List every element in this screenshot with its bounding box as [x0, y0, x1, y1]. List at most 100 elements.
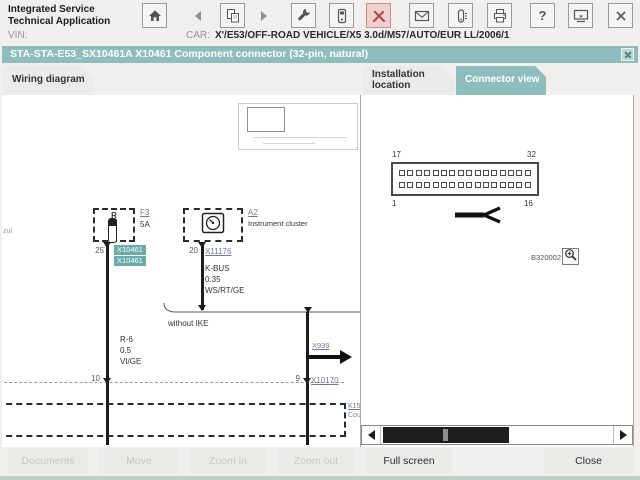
envelope-icon — [414, 8, 430, 24]
dialog-title-bar: STA-STA-E53_SX10461A X10461 Component co… — [2, 46, 638, 63]
instrument-cluster-icon — [201, 212, 225, 239]
boundary-label: Cou — [348, 412, 361, 419]
vehicle-service-button[interactable] — [366, 3, 391, 28]
scroll-right-icon — [619, 430, 627, 440]
car-label: CAR: — [186, 30, 210, 41]
connector-pin — [449, 182, 456, 188]
measuring-device-button[interactable] — [329, 3, 354, 28]
bottom-connector-link[interactable]: X10170 — [311, 375, 339, 386]
fuse-symbol — [108, 218, 117, 243]
battery-probe-icon — [453, 8, 469, 24]
scroll-right-button[interactable] — [613, 426, 632, 444]
close-button[interactable]: Close — [544, 448, 633, 474]
battery-test-button[interactable] — [448, 3, 473, 28]
connector-pin — [449, 170, 456, 176]
handheld-device-icon — [334, 8, 350, 24]
diagram-edge-label: zul — [3, 228, 12, 235]
monitor-icon — [573, 8, 589, 24]
vehicle-info-bar: VIN: CAR: X'/E53/OFF-ROAD VEHICLE/X5 3.0… — [0, 30, 640, 45]
tab-connector-view[interactable]: Connector view — [456, 66, 546, 95]
cluster-link[interactable]: A2 — [248, 207, 258, 218]
fuse-link[interactable]: F3 — [140, 207, 149, 218]
workshop-documents-button[interactable] — [220, 3, 245, 28]
connector-pin — [474, 170, 481, 176]
connector-pin — [499, 182, 506, 188]
magnify-button[interactable] — [562, 248, 579, 265]
move-button[interactable]: Move — [99, 448, 179, 474]
documents-button[interactable]: Documents — [8, 448, 88, 474]
scroll-left-icon — [367, 430, 375, 440]
connector-pin — [440, 170, 447, 176]
connector-label-selected[interactable]: X10461 — [114, 256, 146, 266]
dialog-close-icon[interactable] — [621, 48, 634, 61]
connector-orientation-symbol — [455, 206, 501, 224]
pin-number: 20 — [189, 246, 198, 255]
branch-line — [163, 303, 360, 313]
minimap-viewport[interactable] — [247, 107, 285, 132]
documents-icon — [225, 8, 241, 24]
wire-connector-arrow — [103, 378, 111, 384]
exit-arrow-head — [340, 350, 352, 364]
zoom-out-button[interactable]: Zoom out — [277, 448, 355, 474]
connector-pin — [482, 170, 489, 176]
wire-label-left: R-6 0.5 VI/GE — [120, 335, 142, 366]
fuse-component-box[interactable]: R — [93, 208, 135, 243]
connector-pin — [491, 182, 498, 188]
display-button[interactable] — [568, 3, 593, 28]
connector-pin-topright: 32 — [527, 150, 536, 159]
home-icon — [147, 8, 163, 24]
full-screen-button[interactable]: Full screen — [366, 448, 452, 474]
branch-arrow-link[interactable]: X939 — [312, 341, 330, 350]
tab-installation-location[interactable]: Installation location — [363, 66, 454, 95]
component-boundary-box — [2, 403, 346, 437]
instrument-cluster-box[interactable] — [183, 208, 243, 242]
diagram-minimap[interactable] — [238, 103, 358, 150]
connector-pin-topleft: 17 — [392, 150, 401, 159]
magnifier-icon — [564, 248, 577, 266]
highlighted-connector-labels[interactable]: X10461 X10461 — [114, 245, 146, 267]
connector-label-selected[interactable]: X10461 — [114, 245, 146, 255]
vin-label: VIN: — [8, 30, 28, 41]
connector-pin — [466, 170, 473, 176]
pin-number: 10 — [91, 374, 100, 383]
scroll-left-button[interactable] — [362, 426, 381, 444]
scrollbar-track[interactable] — [381, 426, 613, 444]
connector-pin — [516, 182, 523, 188]
zoom-in-button[interactable]: Zoom in — [190, 448, 266, 474]
branch-junction-arrow — [198, 305, 206, 311]
app-window: Integrated Service Technical Application… — [0, 0, 640, 480]
pin-number: 25 — [95, 246, 104, 255]
exit-button[interactable] — [608, 3, 633, 28]
cluster-name: Instrument cluster — [248, 219, 308, 228]
service-functions-button[interactable] — [291, 3, 316, 28]
scrollbar-thumb[interactable] — [383, 427, 509, 443]
connector-pin — [524, 182, 531, 188]
connector-pin — [424, 170, 431, 176]
wire-connector-arrow — [198, 242, 206, 248]
question-mark-icon: ? — [538, 8, 547, 23]
tab-wiring-diagram[interactable]: Wiring diagram — [3, 66, 93, 95]
horizontal-scrollbar[interactable] — [361, 425, 633, 445]
connector-pin-grid — [391, 162, 539, 196]
connector-pin — [399, 170, 405, 176]
figure-id: B320002 — [531, 253, 562, 262]
printer-icon — [492, 8, 508, 24]
cluster-connector-link[interactable]: X11176 — [205, 246, 231, 257]
boundary-link[interactable]: K15 — [348, 403, 360, 410]
forward-arrow-icon — [257, 9, 271, 23]
connector-pin — [415, 170, 422, 176]
forward-button[interactable] — [251, 3, 276, 28]
back-button[interactable] — [185, 3, 210, 28]
wiring-diagram-panel: zul R F3 5A 25 X10461 X10461 R-6 0.5 VI/… — [2, 95, 361, 447]
connector-pin — [508, 170, 515, 176]
print-button[interactable] — [487, 3, 512, 28]
dialog-title: STA-STA-E53_SX10461A X10461 Component co… — [10, 48, 369, 60]
connector-pin — [432, 170, 439, 176]
connector-pin — [440, 182, 447, 188]
messages-button[interactable] — [409, 3, 434, 28]
scrollbar-grip — [443, 429, 448, 441]
connector-pin — [457, 170, 464, 176]
wire-label-kbus: K-BUS 0.35 WS/RT/GE — [205, 264, 245, 295]
help-button[interactable]: ? — [530, 3, 555, 28]
home-button[interactable] — [142, 3, 167, 28]
